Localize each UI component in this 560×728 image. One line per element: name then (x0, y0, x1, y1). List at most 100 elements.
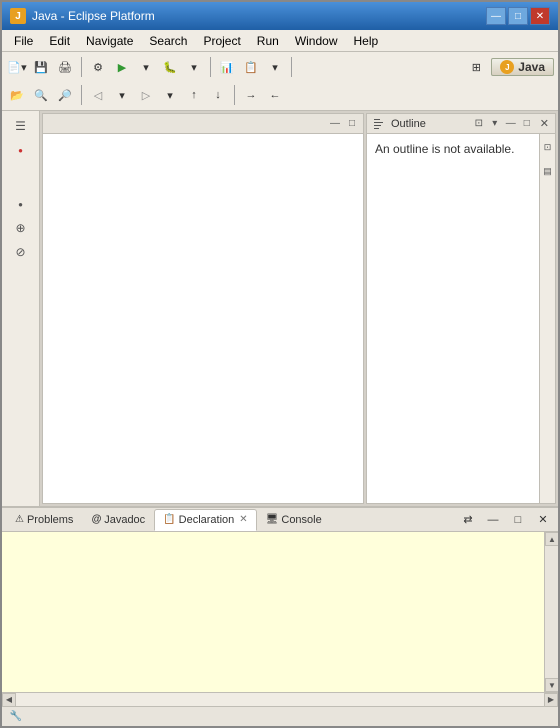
tab-console[interactable]: 🖥 Console (257, 509, 331, 531)
outline-menu-btn[interactable]: ▾ (488, 117, 502, 131)
profile-button[interactable]: 📊 (216, 56, 238, 78)
separator-5 (234, 85, 235, 105)
tab-console-label: Console (281, 514, 321, 526)
outline-icon (373, 117, 387, 131)
outline-collapse-btn[interactable]: ⊡ (472, 117, 486, 131)
back-dropdown[interactable]: ▾ (111, 84, 133, 106)
outline-sidebar-btn[interactable]: ⊡ (537, 136, 556, 158)
menu-navigate[interactable]: Navigate (78, 32, 141, 50)
tab-declaration-icon: 📋 (163, 514, 175, 525)
bottom-scrollbar-h[interactable]: ◀ ▶ (2, 692, 558, 706)
sidebar-icon-1[interactable]: ☰ (10, 115, 32, 137)
navigate-down[interactable]: ↓ (207, 84, 229, 106)
app-window: J Java - Eclipse Platform — □ ✕ File Edi… (0, 0, 560, 728)
status-icon: 🔧 (8, 709, 24, 725)
scrollbar-up-btn[interactable]: ▲ (545, 532, 558, 546)
editor-minimize-btn[interactable]: — (328, 117, 342, 131)
tab-problems-icon: ⚠ (15, 514, 24, 525)
title-bar-controls: — □ ✕ (486, 7, 550, 25)
tab-declaration-close[interactable]: ✕ (239, 514, 247, 525)
close-button[interactable]: ✕ (530, 7, 550, 25)
title-bar-text: Java - Eclipse Platform (32, 9, 155, 23)
sidebar-icon-4[interactable]: ⊕ (10, 217, 32, 239)
tab-javadoc-label: Javadoc (104, 514, 145, 526)
left-sidebar: ☰ ● ● ⊕ ⊘ (2, 111, 40, 506)
center-panels: ☰ ● ● ⊕ ⊘ — □ (2, 111, 558, 506)
search-btn[interactable]: 🔎 (54, 84, 76, 106)
java-perspective-badge[interactable]: J Java (491, 58, 554, 76)
navigate-up[interactable]: ↑ (183, 84, 205, 106)
outline-minimize-btn[interactable]: — (504, 117, 518, 131)
bottom-close-btn[interactable]: ✕ (532, 509, 554, 531)
save-button[interactable]: 💾 (30, 56, 52, 78)
toolbar-row-2: 📂 🔍 🔎 ◁ ▾ ▷ ▾ ↑ ↓ → ← (6, 82, 554, 108)
fwd-btn[interactable]: ▷ (135, 84, 157, 106)
tab-problems-label: Problems (27, 514, 73, 526)
fwd-dropdown[interactable]: ▾ (159, 84, 181, 106)
outline-close-btn[interactable]: ✕ (540, 117, 549, 130)
run-button[interactable]: ▶ (111, 56, 133, 78)
sidebar-icon-5[interactable]: ⊘ (10, 241, 32, 263)
run-external-button[interactable]: ⚙ (87, 56, 109, 78)
title-bar: J Java - Eclipse Platform — □ ✕ (2, 2, 558, 30)
tab-problems[interactable]: ⚠ Problems (6, 509, 82, 531)
minimize-button[interactable]: — (486, 7, 506, 25)
menu-bar: File Edit Navigate Search Project Run Wi… (2, 30, 558, 52)
outline-empty-message: An outline is not available. (375, 142, 514, 156)
coverage-button[interactable]: 📋 (240, 56, 262, 78)
toolbar-area: 📄▾ 💾 🖨 ⚙ ▶ ▾ 🐛 ▾ 📊 📋 ▾ ⊞ J Java 📂 (2, 52, 558, 111)
back-btn[interactable]: ◁ (87, 84, 109, 106)
bottom-toolbar-btn1[interactable]: ⇄ (457, 509, 479, 531)
bottom-tabs: ⚠ Problems @ Javadoc 📋 Declaration ✕ 🖥 C… (2, 508, 558, 532)
outline-header: Outline ⊡ ▾ — □ ✕ (367, 114, 555, 134)
editor-content[interactable] (43, 134, 363, 503)
tab-console-icon: 🖥 (266, 514, 279, 525)
scrollbar-down-btn[interactable]: ▼ (545, 678, 558, 692)
menu-window[interactable]: Window (287, 32, 346, 50)
prev-page[interactable]: ← (264, 84, 286, 106)
tab-declaration[interactable]: 📋 Declaration ✕ (154, 509, 256, 531)
editor-maximize-btn[interactable]: □ (345, 117, 359, 131)
outline-right-sidebar: ⊡ ▤ (539, 134, 555, 503)
scrollbar-left-btn[interactable]: ◀ (2, 693, 16, 707)
title-bar-left: J Java - Eclipse Platform (10, 8, 155, 24)
java-perspective-label: Java (518, 60, 545, 74)
outline-maximize-btn[interactable]: □ (520, 117, 534, 131)
outline-sidebar-btn2[interactable]: ▤ (537, 160, 556, 182)
bottom-content-area: ▲ ▼ ◀ ▶ (2, 532, 558, 706)
debug-button[interactable]: 🐛 (159, 56, 181, 78)
tab-javadoc[interactable]: @ Javadoc (82, 509, 154, 531)
tab-declaration-label: Declaration (179, 514, 235, 526)
prev-edit-btn[interactable]: 📂 (6, 84, 28, 106)
new-button[interactable]: 📄▾ (6, 56, 28, 78)
coverage-dropdown[interactable]: ▾ (264, 56, 286, 78)
perspective-area: ⊞ J Java (465, 56, 554, 78)
content-area: ☰ ● ● ⊕ ⊘ — □ (2, 111, 558, 706)
next-page[interactable]: → (240, 84, 262, 106)
menu-search[interactable]: Search (141, 32, 195, 50)
debug-dropdown[interactable]: ▾ (183, 56, 205, 78)
menu-project[interactable]: Project (195, 32, 248, 50)
declaration-content[interactable] (2, 532, 558, 692)
outline-pane: Outline ⊡ ▾ — □ ✕ An outline is not avai… (366, 113, 556, 504)
menu-file[interactable]: File (6, 32, 41, 50)
bottom-scrollbar-v[interactable]: ▲ ▼ (544, 532, 558, 692)
menu-help[interactable]: Help (346, 32, 387, 50)
menu-run[interactable]: Run (249, 32, 287, 50)
run-dropdown[interactable]: ▾ (135, 56, 157, 78)
perspective-open[interactable]: ⊞ (465, 56, 487, 78)
menu-edit[interactable]: Edit (41, 32, 78, 50)
next-edit-btn[interactable]: 🔍 (30, 84, 52, 106)
bottom-main: ▲ ▼ (2, 532, 558, 692)
bottom-minimize-btn[interactable]: — (482, 509, 504, 531)
print-button[interactable]: 🖨 (54, 56, 76, 78)
sidebar-icon-3[interactable]: ● (10, 193, 32, 215)
sidebar-icon-2[interactable]: ● (10, 139, 32, 161)
bottom-maximize-btn[interactable]: □ (507, 509, 529, 531)
maximize-button[interactable]: □ (508, 7, 528, 25)
separator-2 (210, 57, 211, 77)
separator-4 (81, 85, 82, 105)
separator-1 (81, 57, 82, 77)
outline-controls: ⊡ ▾ — □ ✕ (472, 117, 549, 131)
scrollbar-right-btn[interactable]: ▶ (544, 693, 558, 707)
